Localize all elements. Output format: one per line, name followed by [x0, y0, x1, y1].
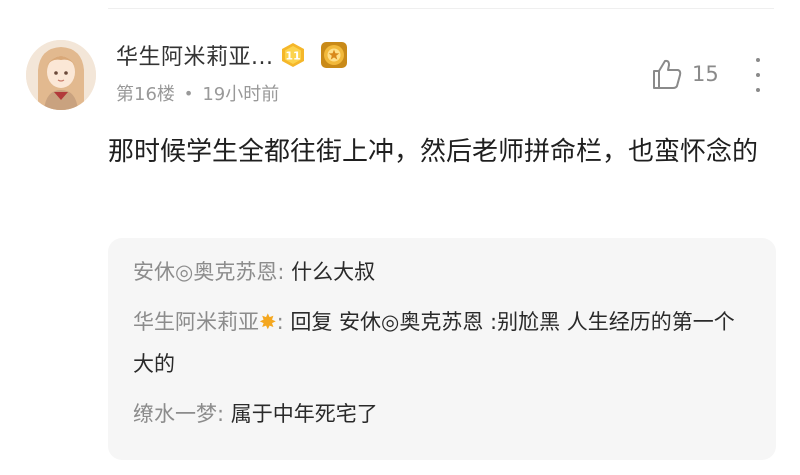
medal-badge-icon[interactable] [319, 40, 349, 70]
reply-author[interactable]: 安休◎奥克苏恩 [133, 260, 277, 284]
reply-item[interactable]: 缭水一梦: 属于中年死宅了 [133, 393, 754, 435]
level-badge-text: 11 [286, 50, 301, 63]
avatar[interactable] [26, 40, 96, 110]
like-count: 15 [692, 62, 719, 86]
level-badge-icon[interactable]: 11 [279, 41, 307, 69]
comment-header: 华生阿米莉亚... 11 [116, 39, 349, 71]
thumbs-up-icon [653, 59, 682, 89]
username[interactable]: 华生阿米莉亚... [116, 39, 273, 71]
more-options-icon[interactable] [748, 58, 768, 92]
reply-author[interactable]: 华生阿米莉亚 [133, 310, 259, 334]
reply-colon: : [217, 402, 231, 426]
reply-text: 什么大叔 [291, 260, 376, 284]
like-button[interactable]: 15 [650, 57, 719, 91]
reply-item[interactable]: 华生阿米莉亚✸: 回复 安休◎奥克苏恩 :别尬黑 人生经历的第一个大的 [133, 301, 754, 385]
reply-colon: : [277, 260, 292, 284]
reply-text: 属于中年死宅了 [230, 402, 378, 426]
floor-label: 第16楼 [116, 84, 175, 105]
reply-author[interactable]: 缭水一梦 [133, 402, 217, 426]
reply-item[interactable]: 安休◎奥克苏恩: 什么大叔 [133, 251, 754, 293]
avatar-image [26, 40, 96, 110]
comment-text: 那时候学生全都往街上冲，然后老师拼命栏，也蛮怀念的 [108, 137, 759, 167]
reply-colon: : [276, 310, 291, 334]
comment-meta: 第16楼 • 19小时前 [116, 80, 279, 106]
comment-page: 华生阿米莉亚... 11 第16楼 • 19小时前 15 那时候学生全都往街上冲… [0, 0, 800, 475]
timestamp: 19小时前 [202, 84, 280, 105]
divider [108, 8, 774, 9]
meta-separator: • [183, 83, 194, 103]
reply-list[interactable]: 安休◎奥克苏恩: 什么大叔 华生阿米莉亚✸: 回复 安休◎奥克苏恩 :别尬黑 人… [108, 238, 776, 460]
star-badge-icon: ✸ [259, 310, 277, 334]
